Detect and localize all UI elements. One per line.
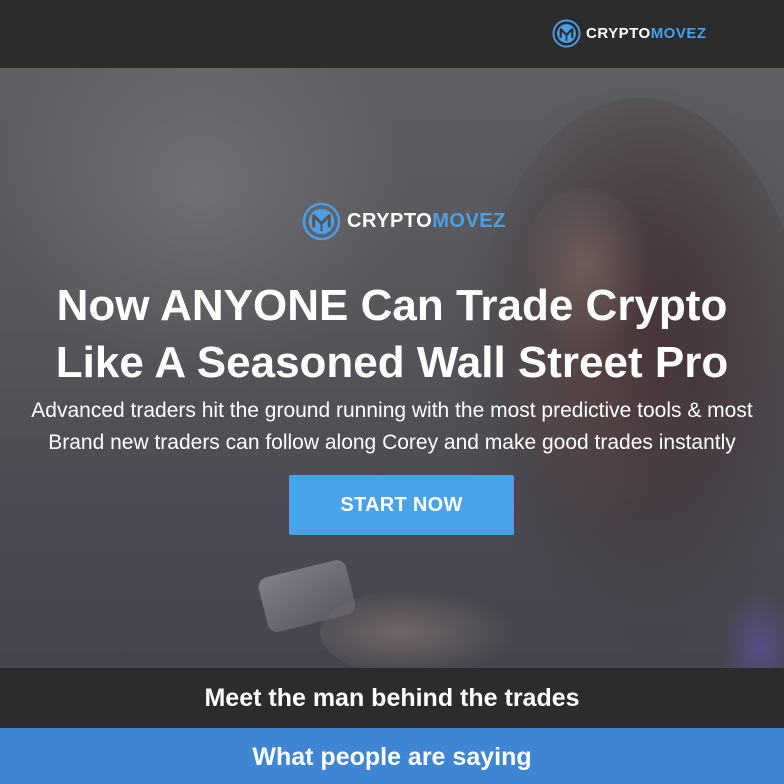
hero-section: CRYPTOMOVEZ Now ANYONE Can Trade Crypto … <box>0 68 784 668</box>
hero-subtext-line2: Brand new traders can follow along Corey… <box>48 431 736 454</box>
hero-headline-line1: Now ANYONE Can Trade Crypto <box>56 281 728 330</box>
hero-subtext-line1: Advanced traders hit the ground running … <box>31 399 753 422</box>
hero-photo-hand <box>320 588 520 668</box>
meet-title: Meet the man behind the trades <box>204 684 580 712</box>
hero-lens-flare <box>720 588 784 668</box>
nav-logo-wordmark: CRYPTOMOVEZ <box>586 24 707 42</box>
cryptomovez-logo-icon <box>302 202 341 240</box>
hero-headline-line2: Like A Seasoned Wall Street Pro <box>55 338 729 387</box>
nav-logo[interactable]: CRYPTOMOVEZ <box>552 17 707 49</box>
start-now-button[interactable]: START NOW <box>289 475 514 535</box>
hero-headline: Now ANYONE Can Trade Crypto Like A Seaso… <box>0 277 784 391</box>
cryptomovez-logo-icon <box>552 19 581 47</box>
hero-logo: CRYPTOMOVEZ <box>302 200 506 242</box>
testimonials-section-header: What people are saying <box>0 728 784 784</box>
top-navbar: CRYPTOMOVEZ <box>0 0 784 68</box>
hero-logo-wordmark: CRYPTOMOVEZ <box>347 209 506 232</box>
meet-section-header: Meet the man behind the trades <box>0 668 784 728</box>
testimonials-title: What people are saying <box>252 743 532 771</box>
